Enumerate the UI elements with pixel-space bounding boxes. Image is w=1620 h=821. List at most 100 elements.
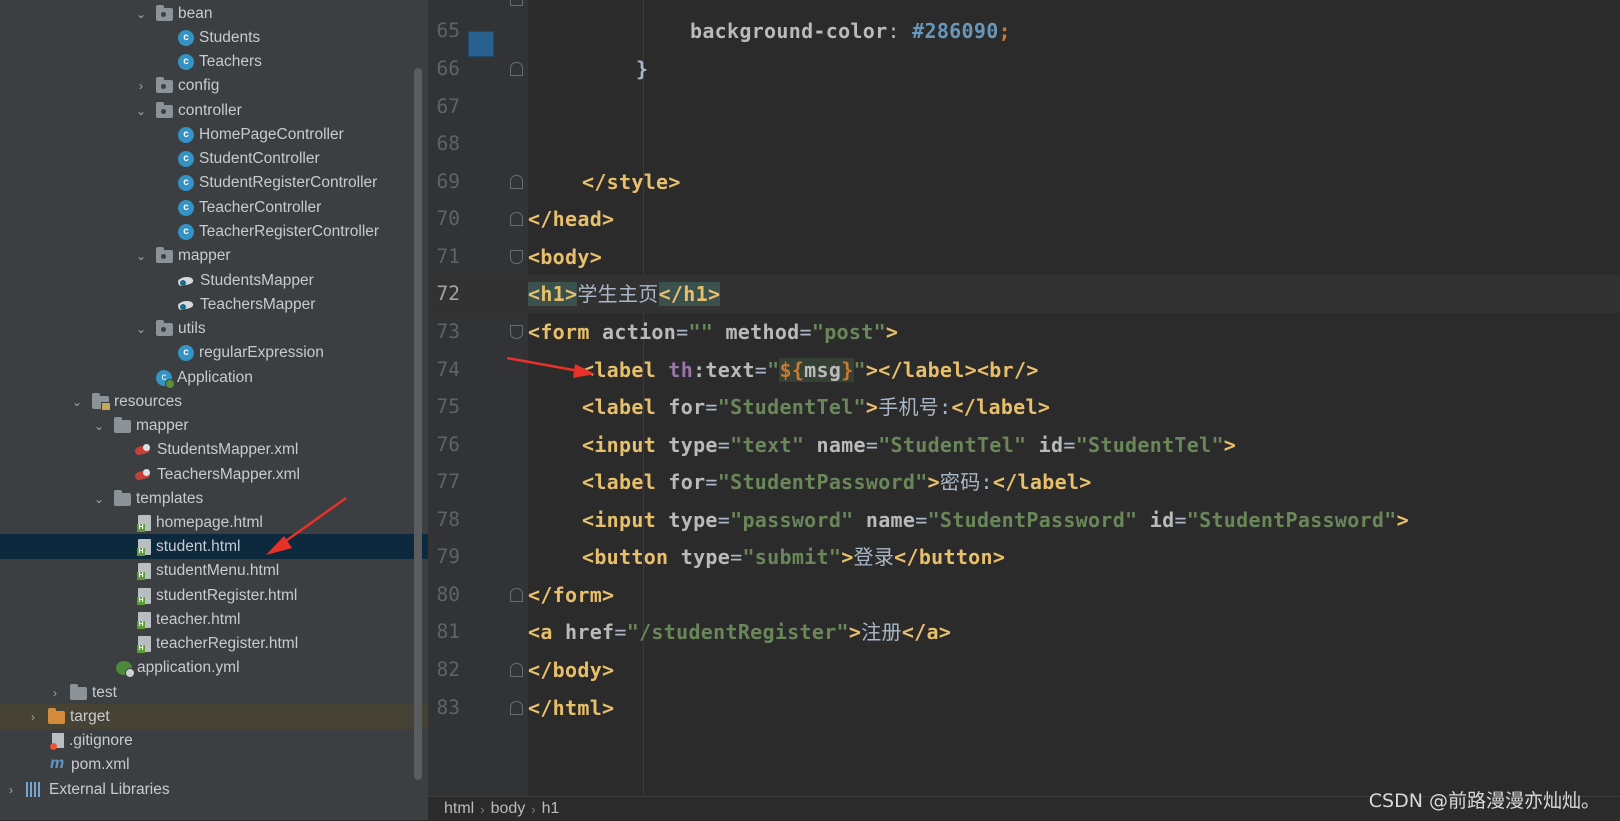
tree-item-mapper-folder[interactable]: ⌄ mapper	[0, 413, 428, 438]
chevron-right-icon[interactable]: ›	[26, 710, 40, 724]
line-number: 76	[436, 433, 460, 456]
fold-marker-icon[interactable]	[510, 701, 523, 715]
tree-item-target[interactable]: › target	[0, 704, 428, 729]
code-line-83[interactable]: 83 </html>	[428, 689, 1620, 727]
chevron-down-icon[interactable]: ⌄	[134, 104, 148, 118]
chevron-down-icon[interactable]: ⌄	[92, 492, 106, 506]
line-number: 80	[436, 583, 460, 606]
tree-item-teacherregister-html[interactable]: teacherRegister.html	[0, 631, 428, 656]
code-text: <body>	[528, 245, 603, 269]
fold-marker-icon[interactable]	[510, 325, 523, 339]
tree-item-external-libraries[interactable]: › External Libraries	[0, 777, 428, 802]
code-line-69[interactable]: 69 </style>	[428, 163, 1620, 201]
fold-marker-icon[interactable]	[510, 250, 523, 264]
tree-item-resources[interactable]: ⌄ resources	[0, 389, 428, 414]
tree-item-homepage-html[interactable]: homepage.html	[0, 510, 428, 535]
project-tree-panel: ⌄ bean c Students c Teachers › config ⌄ contr…	[0, 0, 428, 820]
line-number: 74	[436, 358, 460, 381]
tree-item-students[interactable]: c Students	[0, 25, 428, 50]
code-text: <h1>学生主页</h1>	[528, 282, 721, 306]
code-line-81[interactable]: 81 <a href="/studentRegister">注册</a>	[428, 613, 1620, 651]
code-line-68[interactable]: 68	[428, 125, 1620, 163]
class-icon: c	[178, 199, 194, 216]
tree-item-pom-xml[interactable]: m pom.xml	[0, 752, 428, 777]
maven-icon: m	[50, 755, 65, 772]
code-line-74[interactable]: 74 <label th:text="${msg}"></label><br/>	[428, 351, 1620, 389]
yml-file-icon	[116, 660, 135, 678]
tree-item-student-html[interactable]: student.html	[0, 534, 428, 559]
code-line-65[interactable]: 65 background-color: #286090;	[428, 12, 1620, 57]
code-line-77[interactable]: 77 <label for="StudentPassword">密码:</lab…	[428, 463, 1620, 501]
spring-app-icon: c	[156, 369, 175, 389]
tree-item-teachersmapper[interactable]: TeachersMapper	[0, 292, 428, 317]
code-editor[interactable]: 65 background-color: #286090; 66 } 67 68…	[428, 0, 1620, 796]
tree-item-config[interactable]: › config	[0, 73, 428, 98]
line-number: 78	[436, 508, 460, 531]
fold-marker-icon[interactable]	[510, 663, 523, 677]
code-line-79[interactable]: 79 <button type="submit">登录</button>	[428, 538, 1620, 576]
code-line-67[interactable]: 67	[428, 88, 1620, 126]
code-line-76[interactable]: 76 <input type="text" name="StudentTel" …	[428, 426, 1620, 464]
chevron-right-icon[interactable]: ›	[48, 686, 62, 700]
fold-marker-icon[interactable]	[510, 0, 523, 6]
code-line-75[interactable]: 75 <label for="StudentTel">手机号:</label>	[428, 388, 1620, 426]
resources-folder-icon	[92, 393, 111, 411]
tree-item-mapper-package[interactable]: ⌄ mapper	[0, 243, 428, 268]
fold-marker-icon[interactable]	[510, 212, 523, 226]
tree-item-teachersmapper-xml[interactable]: TeachersMapper.xml	[0, 462, 428, 487]
tree-item-application-yml[interactable]: application.yml	[0, 655, 428, 680]
code-text: }	[636, 57, 649, 81]
code-text: <input type="password" name="StudentPass…	[582, 508, 1409, 532]
tree-item-gitignore[interactable]: .gitignore	[0, 728, 428, 753]
chevron-down-icon[interactable]: ⌄	[134, 7, 148, 21]
tree-item-test[interactable]: › test	[0, 680, 428, 705]
tree-item-studentsmapper[interactable]: StudentsMapper	[0, 268, 428, 293]
tree-item-studentregistercontroller[interactable]: c StudentRegisterController	[0, 170, 428, 195]
chevron-down-icon[interactable]: ⌄	[92, 419, 106, 433]
line-number: 67	[436, 95, 460, 118]
mybatis-mapper-icon	[178, 298, 195, 312]
line-number: 66	[436, 57, 460, 80]
tree-item-studentsmapper-xml[interactable]: StudentsMapper.xml	[0, 437, 428, 462]
code-line-73[interactable]: 73 <form action="" method="post">	[428, 313, 1620, 351]
html-file-icon	[137, 635, 151, 653]
code-line-80[interactable]: 80 </form>	[428, 576, 1620, 614]
tree-item-teacher-html[interactable]: teacher.html	[0, 607, 428, 632]
chevron-down-icon[interactable]: ⌄	[134, 322, 148, 336]
line-number: 77	[436, 470, 460, 493]
chevron-down-icon[interactable]: ⌄	[70, 395, 84, 409]
tree-item-utils[interactable]: ⌄ utils	[0, 316, 428, 341]
fold-marker-icon[interactable]	[510, 175, 523, 189]
code-line-72[interactable]: 72 <h1>学生主页</h1>	[428, 275, 1620, 313]
tree-item-controller[interactable]: ⌄ controller	[0, 98, 428, 123]
chevron-right-icon[interactable]: ›	[134, 79, 148, 93]
line-number: 71	[436, 245, 460, 268]
chevron-right-icon[interactable]: ›	[4, 783, 18, 797]
code-line-71[interactable]: 71 <body>	[428, 238, 1620, 276]
tree-scrollbar[interactable]	[414, 68, 422, 780]
tree-item-teachercontroller[interactable]: c TeacherController	[0, 195, 428, 220]
code-line-66[interactable]: 66 }	[428, 50, 1620, 88]
chevron-down-icon[interactable]: ⌄	[134, 249, 148, 263]
code-line-82[interactable]: 82 </body>	[428, 651, 1620, 689]
tree-item-bean[interactable]: ⌄ bean	[0, 1, 428, 26]
code-line-70[interactable]: 70 </head>	[428, 200, 1620, 238]
tree-item-teacherregistercontroller[interactable]: c TeacherRegisterController	[0, 219, 428, 244]
tree-item-studentregister-html[interactable]: studentRegister.html	[0, 583, 428, 608]
class-icon: c	[178, 150, 194, 167]
tree-item-regularexpression[interactable]: c regularExpression	[0, 340, 428, 365]
code-line-78[interactable]: 78 <input type="password" name="StudentP…	[428, 501, 1620, 539]
tree-item-application[interactable]: c Application	[0, 365, 428, 390]
fold-marker-icon[interactable]	[510, 62, 523, 76]
tree-item-studentmenu-html[interactable]: studentMenu.html	[0, 558, 428, 583]
fold-marker-icon[interactable]	[510, 588, 523, 602]
tree-item-teachers[interactable]: c Teachers	[0, 49, 428, 74]
breadcrumb-item-html[interactable]: html	[438, 800, 480, 818]
excluded-folder-icon	[48, 708, 65, 724]
tree-item-templates[interactable]: ⌄ templates	[0, 486, 428, 511]
breadcrumb-item-body[interactable]: body	[485, 800, 532, 818]
breadcrumb-item-h1[interactable]: h1	[536, 800, 566, 818]
folder-icon	[114, 490, 131, 506]
tree-item-homepagecontroller[interactable]: c HomePageController	[0, 122, 428, 147]
tree-item-studentcontroller[interactable]: c StudentController	[0, 146, 428, 171]
